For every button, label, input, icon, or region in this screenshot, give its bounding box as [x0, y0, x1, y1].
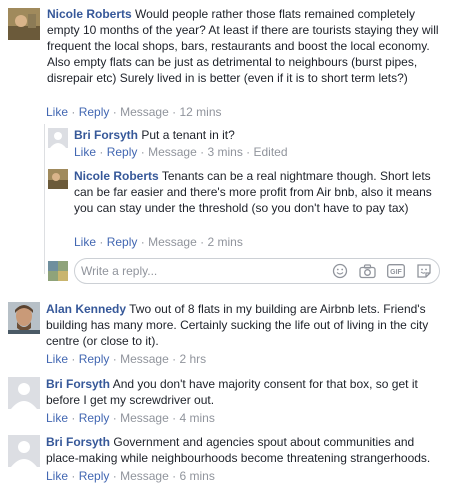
avatar[interactable] — [8, 435, 40, 467]
comment-body: Bri Forsyth Put a tenant in it? — [74, 127, 444, 143]
message-link[interactable]: Message — [120, 411, 169, 425]
comment-author[interactable]: Alan Kennedy — [46, 302, 126, 316]
comment-author[interactable]: Bri Forsyth — [46, 377, 110, 391]
reply-input-placeholder: Write a reply... — [81, 264, 158, 278]
timestamp[interactable]: 4 mins — [179, 411, 214, 425]
like-button[interactable]: Like — [46, 469, 68, 483]
sticker-icon[interactable] — [414, 262, 433, 280]
camera-icon[interactable] — [358, 262, 377, 280]
like-button[interactable]: Like — [46, 411, 68, 425]
reply-button[interactable]: Reply — [79, 411, 110, 425]
default-avatar-icon — [48, 128, 68, 148]
timestamp[interactable]: 3 mins — [207, 145, 242, 159]
edited-label[interactable]: Edited — [254, 145, 288, 159]
reply-button[interactable]: Reply — [79, 105, 110, 119]
message-link[interactable]: Message — [120, 352, 169, 366]
reply-input[interactable]: Write a reply... GIF — [74, 258, 440, 284]
default-avatar-icon — [8, 377, 40, 409]
timestamp[interactable]: 6 mins — [179, 469, 214, 483]
timestamp[interactable]: 12 mins — [179, 105, 221, 119]
comment-actions: Like · Reply · Message · 4 mins — [46, 411, 215, 425]
comment-author[interactable]: Nicole Roberts — [47, 7, 132, 21]
comment-body: Alan Kennedy Two out of 8 flats in my bu… — [46, 301, 444, 349]
like-button[interactable]: Like — [46, 105, 68, 119]
reply-button[interactable]: Reply — [107, 145, 138, 159]
default-avatar-icon — [8, 435, 40, 467]
comment-actions: Like · Reply · Message · 3 mins · Edited — [74, 145, 288, 159]
message-link[interactable]: Message — [120, 105, 169, 119]
reply-button[interactable]: Reply — [107, 235, 138, 249]
reply-button[interactable]: Reply — [79, 469, 110, 483]
reply-button[interactable]: Reply — [79, 352, 110, 366]
composer-avatar — [48, 261, 68, 281]
comment-body: Nicole Roberts Tenants can be a real nig… — [74, 168, 444, 216]
avatar-photo-icon — [8, 8, 40, 40]
avatar[interactable] — [8, 377, 40, 409]
timestamp[interactable]: 2 hrs — [179, 352, 206, 366]
avatar[interactable] — [8, 8, 40, 40]
timestamp[interactable]: 2 mins — [207, 235, 242, 249]
like-button[interactable]: Like — [74, 235, 96, 249]
comment-actions: Like · Reply · Message · 2 mins — [74, 235, 243, 249]
avatar[interactable] — [48, 169, 68, 189]
avatar-photo-icon — [48, 169, 68, 189]
comment-actions: Like · Reply · Message · 2 hrs — [46, 352, 207, 366]
comment-author[interactable]: Bri Forsyth — [74, 128, 138, 142]
avatar[interactable] — [48, 128, 68, 148]
comment-author[interactable]: Bri Forsyth — [46, 435, 110, 449]
message-link[interactable]: Message — [148, 145, 197, 159]
avatar[interactable] — [8, 302, 40, 334]
comment-author[interactable]: Nicole Roberts — [74, 169, 159, 183]
message-link[interactable]: Message — [148, 235, 197, 249]
comment-body: Bri Forsyth And you don't have majority … — [46, 376, 444, 408]
composer-icons: GIF — [330, 262, 433, 280]
gif-icon[interactable]: GIF — [386, 262, 405, 280]
svg-text:GIF: GIF — [390, 269, 402, 276]
avatar-photo-icon — [8, 302, 40, 334]
comment-body: Nicole Roberts Would people rather those… — [47, 6, 444, 86]
comment-body: Bri Forsyth Government and agencies spou… — [46, 434, 444, 466]
message-link[interactable]: Message — [120, 469, 169, 483]
comment-text: Put a tenant in it? — [141, 128, 235, 142]
comment-actions: Like · Reply · Message · 12 mins — [46, 105, 222, 119]
emoji-icon[interactable] — [330, 262, 349, 280]
comment-actions: Like · Reply · Message · 6 mins — [46, 469, 215, 483]
like-button[interactable]: Like — [74, 145, 96, 159]
like-button[interactable]: Like — [46, 352, 68, 366]
avatar-photo-icon — [48, 261, 68, 281]
reply-thread-line — [44, 124, 45, 274]
